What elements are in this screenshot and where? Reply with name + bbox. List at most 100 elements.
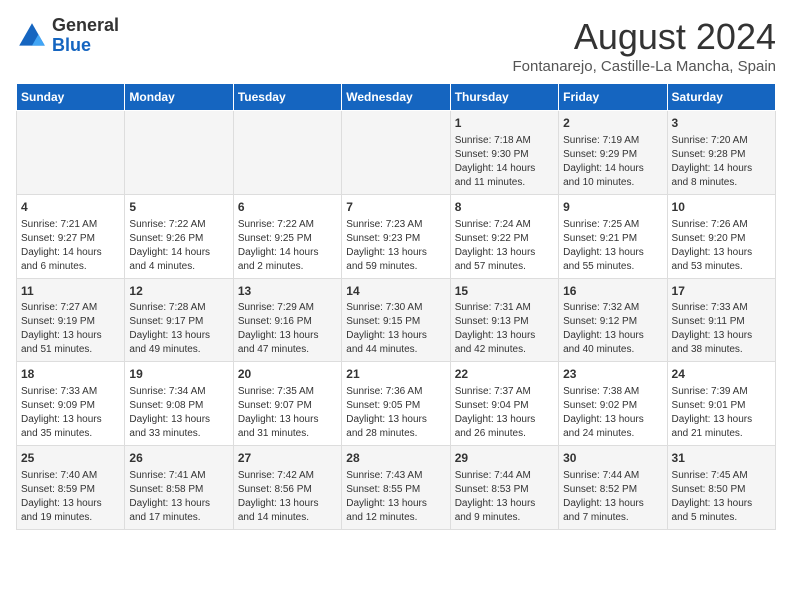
calendar-cell: 1 Sunrise: 7:18 AM Sunset: 9:30 PM Daylig… [450,111,558,195]
day-info: Sunrise: 7:33 AM Sunset: 9:09 PM Dayligh… [21,385,120,441]
location: Fontanarejo, Castille-La Mancha, Spain [513,58,776,75]
logo-text: General Blue [52,16,119,56]
day-info: Sunrise: 7:44 AM Sunset: 8:52 PM Dayligh… [563,469,662,525]
calendar-week-5: 25 Sunrise: 7:40 AM Sunset: 8:59 PM Dayli… [17,446,776,530]
month-title: August 2024 [513,16,776,58]
day-number: 30 [563,450,662,467]
day-info: Sunrise: 7:37 AM Sunset: 9:04 PM Dayligh… [455,385,554,441]
title-area: August 2024 Fontanarejo, Castille-La Man… [513,16,776,75]
day-number: 10 [672,199,771,216]
day-number: 13 [238,283,337,300]
day-number: 23 [563,366,662,383]
calendar-cell: 11Sunrise: 7:27 AM Sunset: 9:19 PM Dayli… [17,278,125,362]
day-info: Sunrise: 7:24 AM Sunset: 9:22 PM Dayligh… [455,218,554,274]
day-number: 26 [129,450,228,467]
calendar-cell: 19Sunrise: 7:34 AM Sunset: 9:08 PM Dayli… [125,362,233,446]
day-header-tuesday: Tuesday [233,84,341,111]
day-number: 14 [346,283,445,300]
day-number: 18 [21,366,120,383]
calendar-cell: 15Sunrise: 7:31 AM Sunset: 9:13 PM Dayli… [450,278,558,362]
day-number: 17 [672,283,771,300]
calendar-cell: 3Sunrise: 7:20 AM Sunset: 9:28 PM Daylig… [667,111,775,195]
header: General Blue August 2024 Fontanarejo, Ca… [16,16,776,75]
day-header-monday: Monday [125,84,233,111]
calendar-cell: 14Sunrise: 7:30 AM Sunset: 9:15 PM Dayli… [342,278,450,362]
calendar-cell [342,111,450,195]
day-info: Sunrise: 7:33 AM Sunset: 9:11 PM Dayligh… [672,301,771,357]
day-info: Sunrise: 7:28 AM Sunset: 9:17 PM Dayligh… [129,301,228,357]
calendar-cell: 16Sunrise: 7:32 AM Sunset: 9:12 PM Dayli… [559,278,667,362]
calendar-cell: 9Sunrise: 7:25 AM Sunset: 9:21 PM Daylig… [559,194,667,278]
day-info: Sunrise: 7:18 AM Sunset: 9:30 PM Dayligh… [455,134,554,190]
logo-icon [16,20,48,52]
calendar-cell: 31 Sunrise: 7:45 AM Sunset: 8:50 PM Dayli… [667,446,775,530]
calendar-body: 1 Sunrise: 7:18 AM Sunset: 9:30 PM Daylig… [17,111,776,530]
day-header-sunday: Sunday [17,84,125,111]
calendar-cell: 21Sunrise: 7:36 AM Sunset: 9:05 PM Dayli… [342,362,450,446]
day-number: 22 [455,366,554,383]
calendar-week-4: 18 Sunrise: 7:33 AM Sunset: 9:09 PM Dayli… [17,362,776,446]
day-number: 20 [238,366,337,383]
day-number: 12 [129,283,228,300]
calendar-cell: 4 Sunrise: 7:21 AM Sunset: 9:27 PM Daylig… [17,194,125,278]
calendar-cell: 12Sunrise: 7:28 AM Sunset: 9:17 PM Dayli… [125,278,233,362]
day-info: Sunrise: 7:42 AM Sunset: 8:56 PM Dayligh… [238,469,337,525]
day-header-thursday: Thursday [450,84,558,111]
day-number: 25 [21,450,120,467]
day-info: Sunrise: 7:39 AM Sunset: 9:01 PM Dayligh… [672,385,771,441]
calendar-week-3: 11Sunrise: 7:27 AM Sunset: 9:19 PM Dayli… [17,278,776,362]
day-number: 15 [455,283,554,300]
day-info: Sunrise: 7:27 AM Sunset: 9:19 PM Dayligh… [21,301,120,357]
calendar-week-2: 4 Sunrise: 7:21 AM Sunset: 9:27 PM Daylig… [17,194,776,278]
calendar-header-row: SundayMondayTuesdayWednesdayThursdayFrid… [17,84,776,111]
calendar-table: SundayMondayTuesdayWednesdayThursdayFrid… [16,83,776,530]
day-number: 29 [455,450,554,467]
day-info: Sunrise: 7:31 AM Sunset: 9:13 PM Dayligh… [455,301,554,357]
day-header-friday: Friday [559,84,667,111]
day-number: 1 [455,115,554,132]
calendar-cell: 17Sunrise: 7:33 AM Sunset: 9:11 PM Dayli… [667,278,775,362]
calendar-cell: 26 Sunrise: 7:41 AM Sunset: 8:58 PM Dayli… [125,446,233,530]
day-number: 3 [672,115,771,132]
calendar-cell: 20 Sunrise: 7:35 AM Sunset: 9:07 PM Dayli… [233,362,341,446]
day-number: 19 [129,366,228,383]
calendar-cell [125,111,233,195]
day-number: 31 [672,450,771,467]
day-number: 5 [129,199,228,216]
calendar-cell: 2Sunrise: 7:19 AM Sunset: 9:29 PM Daylig… [559,111,667,195]
day-info: Sunrise: 7:43 AM Sunset: 8:55 PM Dayligh… [346,469,445,525]
day-number: 16 [563,283,662,300]
day-info: Sunrise: 7:32 AM Sunset: 9:12 PM Dayligh… [563,301,662,357]
day-info: Sunrise: 7:40 AM Sunset: 8:59 PM Dayligh… [21,469,120,525]
calendar-cell: 29Sunrise: 7:44 AM Sunset: 8:53 PM Dayli… [450,446,558,530]
day-number: 11 [21,283,120,300]
day-number: 28 [346,450,445,467]
calendar-week-1: 1 Sunrise: 7:18 AM Sunset: 9:30 PM Daylig… [17,111,776,195]
calendar-cell: 22 Sunrise: 7:37 AM Sunset: 9:04 PM Dayli… [450,362,558,446]
day-number: 7 [346,199,445,216]
calendar-cell: 5 Sunrise: 7:22 AM Sunset: 9:26 PM Daylig… [125,194,233,278]
day-info: Sunrise: 7:21 AM Sunset: 9:27 PM Dayligh… [21,218,120,274]
day-info: Sunrise: 7:19 AM Sunset: 9:29 PM Dayligh… [563,134,662,190]
calendar-cell: 8 Sunrise: 7:24 AM Sunset: 9:22 PM Daylig… [450,194,558,278]
day-info: Sunrise: 7:30 AM Sunset: 9:15 PM Dayligh… [346,301,445,357]
day-info: Sunrise: 7:22 AM Sunset: 9:25 PM Dayligh… [238,218,337,274]
calendar-cell: 7Sunrise: 7:23 AM Sunset: 9:23 PM Daylig… [342,194,450,278]
calendar-cell: 28 Sunrise: 7:43 AM Sunset: 8:55 PM Dayli… [342,446,450,530]
day-info: Sunrise: 7:41 AM Sunset: 8:58 PM Dayligh… [129,469,228,525]
day-number: 4 [21,199,120,216]
day-number: 24 [672,366,771,383]
calendar-cell: 24 Sunrise: 7:39 AM Sunset: 9:01 PM Dayli… [667,362,775,446]
day-number: 27 [238,450,337,467]
calendar-cell: 13Sunrise: 7:29 AM Sunset: 9:16 PM Dayli… [233,278,341,362]
day-info: Sunrise: 7:22 AM Sunset: 9:26 PM Dayligh… [129,218,228,274]
calendar-cell [233,111,341,195]
calendar-cell: 18 Sunrise: 7:33 AM Sunset: 9:09 PM Dayli… [17,362,125,446]
calendar-cell: 27 Sunrise: 7:42 AM Sunset: 8:56 PM Dayli… [233,446,341,530]
day-header-saturday: Saturday [667,84,775,111]
day-header-wednesday: Wednesday [342,84,450,111]
day-info: Sunrise: 7:35 AM Sunset: 9:07 PM Dayligh… [238,385,337,441]
day-number: 8 [455,199,554,216]
day-info: Sunrise: 7:38 AM Sunset: 9:02 PM Dayligh… [563,385,662,441]
day-info: Sunrise: 7:45 AM Sunset: 8:50 PM Dayligh… [672,469,771,525]
